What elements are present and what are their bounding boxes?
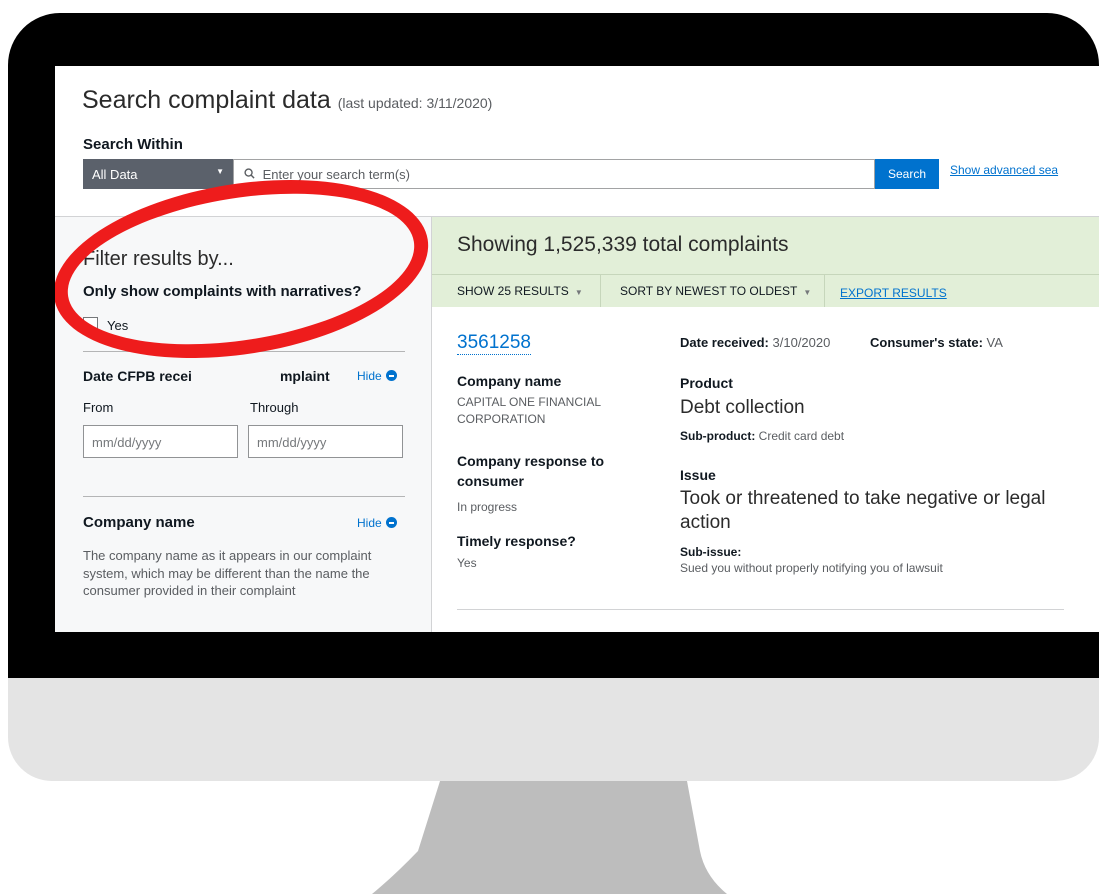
complaint-card: 3561258 Date received: 3/10/2020 Consume… bbox=[432, 307, 1099, 632]
hide-label: Hide bbox=[357, 516, 382, 530]
company-name-line2: CORPORATION bbox=[457, 412, 546, 426]
sort-select[interactable]: SORT BY NEWEST TO OLDEST ▼ bbox=[620, 284, 811, 298]
caret-down-icon: ▼ bbox=[216, 167, 224, 176]
sub-issue-value: Sued you without properly notifying you … bbox=[680, 561, 943, 575]
export-results-link[interactable]: EXPORT RESULTS bbox=[840, 286, 947, 300]
last-updated: (last updated: 3/11/2020) bbox=[337, 95, 493, 111]
issue-label: Issue bbox=[680, 467, 716, 483]
from-date-input[interactable]: mm/dd/yyyy bbox=[83, 425, 238, 458]
company-name-line1: CAPITAL ONE FINANCIAL bbox=[457, 395, 602, 409]
state-label: Consumer's state: bbox=[870, 335, 983, 350]
page-title: Search complaint data (last updated: 3/1… bbox=[82, 86, 492, 115]
scope-value: All Data bbox=[92, 167, 138, 182]
sub-product-label: Sub-product: bbox=[680, 429, 756, 443]
date-received-label: Date received: bbox=[680, 335, 769, 350]
monitor-stand bbox=[372, 781, 727, 894]
product-value: Debt collection bbox=[680, 397, 805, 418]
complaint-id-link[interactable]: 3561258 bbox=[457, 332, 531, 355]
caret-down-icon: ▼ bbox=[803, 288, 812, 297]
control-separator bbox=[600, 275, 601, 308]
date-received: Date received: 3/10/2020 bbox=[680, 335, 830, 350]
show-results-label: SHOW 25 RESULTS bbox=[457, 284, 569, 298]
results-controls: SHOW 25 RESULTS ▼ SORT BY NEWEST TO OLDES… bbox=[432, 274, 1099, 308]
advanced-search-link[interactable]: Show advanced sea bbox=[950, 163, 1058, 177]
date-heading-start: Date CFPB recei bbox=[83, 368, 192, 384]
filter-divider bbox=[83, 496, 405, 497]
state-value: VA bbox=[986, 335, 1003, 350]
date-heading-end: mplaint bbox=[279, 368, 330, 384]
date-received-heading: Date CFPB recei mplaint bbox=[83, 368, 330, 384]
company-filter-description: The company name as it appears in our co… bbox=[83, 548, 372, 598]
consumer-state: Consumer's state: VA bbox=[870, 335, 1003, 350]
results-header: Showing 1,525,339 total complaints SHOW … bbox=[432, 217, 1099, 308]
search-icon bbox=[244, 167, 259, 182]
timely-response-value: Yes bbox=[457, 556, 477, 570]
sub-product-value: Credit card debt bbox=[758, 429, 845, 443]
from-label: From bbox=[83, 400, 114, 415]
sub-issue-label: Sub-issue: bbox=[680, 545, 742, 559]
company-hide-toggle[interactable]: Hide bbox=[357, 516, 397, 530]
screen: Search complaint data (last updated: 3/1… bbox=[55, 66, 1099, 632]
company-response-value: In progress bbox=[457, 500, 518, 514]
sort-label: SORT BY NEWEST TO OLDEST bbox=[620, 284, 798, 298]
minus-circle-icon bbox=[385, 517, 397, 528]
search-button[interactable]: Search bbox=[875, 159, 939, 189]
product-label: Product bbox=[680, 375, 733, 391]
timely-response-label: Timely response? bbox=[457, 533, 576, 549]
control-separator bbox=[824, 275, 825, 308]
page-title-text: Search complaint data bbox=[82, 86, 331, 114]
company-response-label: Company response to consumer bbox=[457, 453, 605, 489]
filter-panel: Filter results by... Only show complaint… bbox=[55, 155, 441, 632]
company-filter-heading: Company name bbox=[83, 514, 195, 531]
results-count: Showing 1,525,339 total complaints bbox=[457, 233, 789, 256]
show-results-select[interactable]: SHOW 25 RESULTS ▼ bbox=[457, 284, 583, 298]
company-name-label: Company name bbox=[457, 373, 562, 389]
card-divider bbox=[457, 609, 1064, 610]
hide-label: Hide bbox=[357, 369, 382, 383]
caret-down-icon: ▼ bbox=[574, 288, 583, 297]
minus-circle-icon bbox=[385, 370, 397, 381]
red-annotation-ellipse bbox=[55, 155, 441, 383]
date-received-value: 3/10/2020 bbox=[772, 335, 831, 350]
through-date-input[interactable]: mm/dd/yyyy bbox=[248, 425, 403, 458]
search-scope-select[interactable]: All Data ▼ bbox=[83, 159, 233, 189]
monitor-chin bbox=[8, 678, 1099, 781]
through-label: Through bbox=[250, 400, 299, 415]
sub-product: Sub-product: Credit card debt bbox=[680, 429, 844, 443]
issue-value: Took or threatened to take negative or l… bbox=[680, 488, 1046, 533]
date-hide-toggle[interactable]: Hide bbox=[357, 369, 397, 383]
search-within-label: Search Within bbox=[83, 136, 183, 153]
